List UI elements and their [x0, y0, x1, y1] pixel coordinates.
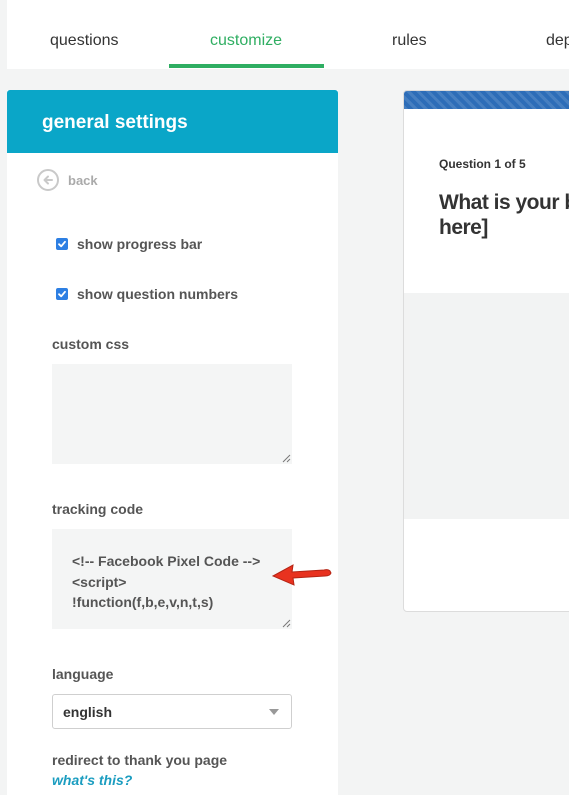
- back-label: back: [68, 172, 98, 188]
- back-button[interactable]: back: [37, 169, 98, 191]
- whats-this-link[interactable]: what's this?: [52, 772, 132, 788]
- sidebar-header: general settings: [7, 90, 338, 153]
- sidebar-title: general settings: [42, 112, 188, 133]
- active-tab-indicator: [169, 64, 324, 68]
- resize-grip-icon[interactable]: [282, 619, 291, 628]
- tracking-code-label: tracking code: [52, 501, 144, 517]
- question-preview-card: Question 1 of 5 What is your benefit her…: [403, 90, 569, 612]
- preview-progress-bar: [404, 91, 569, 109]
- question-numbers-label: show question numbers: [77, 286, 239, 302]
- custom-css-label: custom css: [52, 336, 130, 352]
- language-label: language: [52, 666, 114, 682]
- question-number: Question 1 of 5: [439, 157, 526, 171]
- redirect-label: redirect to thank you page: [52, 752, 228, 768]
- checkmark-icon: [58, 290, 66, 298]
- language-select[interactable]: english: [52, 694, 292, 729]
- answer-area: [404, 293, 569, 519]
- resize-grip-icon[interactable]: [282, 454, 291, 463]
- settings-sidebar: general settings back show progress bar …: [7, 90, 338, 795]
- custom-css-textarea[interactable]: [52, 364, 292, 464]
- progress-bar-checkbox[interactable]: [56, 238, 68, 250]
- language-selected-value: english: [63, 704, 113, 720]
- tracking-code-value: <!-- Facebook Pixel Code --> <script> !f…: [72, 553, 261, 610]
- show-question-numbers-option[interactable]: show question numbers: [56, 285, 238, 303]
- checkmark-icon: [58, 240, 66, 248]
- tab-questions[interactable]: questions: [50, 32, 119, 50]
- progress-bar-label: show progress bar: [77, 236, 203, 252]
- question-numbers-checkbox[interactable]: [56, 288, 68, 300]
- tracking-code-textarea[interactable]: <!-- Facebook Pixel Code --> <script> !f…: [52, 529, 292, 629]
- chevron-down-icon: [269, 709, 279, 715]
- back-arrow-icon: [37, 169, 59, 191]
- question-title: What is your benefit here]: [439, 191, 569, 239]
- top-tab-bar: questions customize rules dep: [7, 0, 569, 69]
- tab-customize[interactable]: customize: [210, 32, 282, 50]
- tab-dep[interactable]: dep: [546, 32, 569, 50]
- tab-rules[interactable]: rules: [392, 32, 427, 50]
- show-progress-bar-option[interactable]: show progress bar: [56, 235, 202, 253]
- red-arrow-icon: [271, 564, 332, 586]
